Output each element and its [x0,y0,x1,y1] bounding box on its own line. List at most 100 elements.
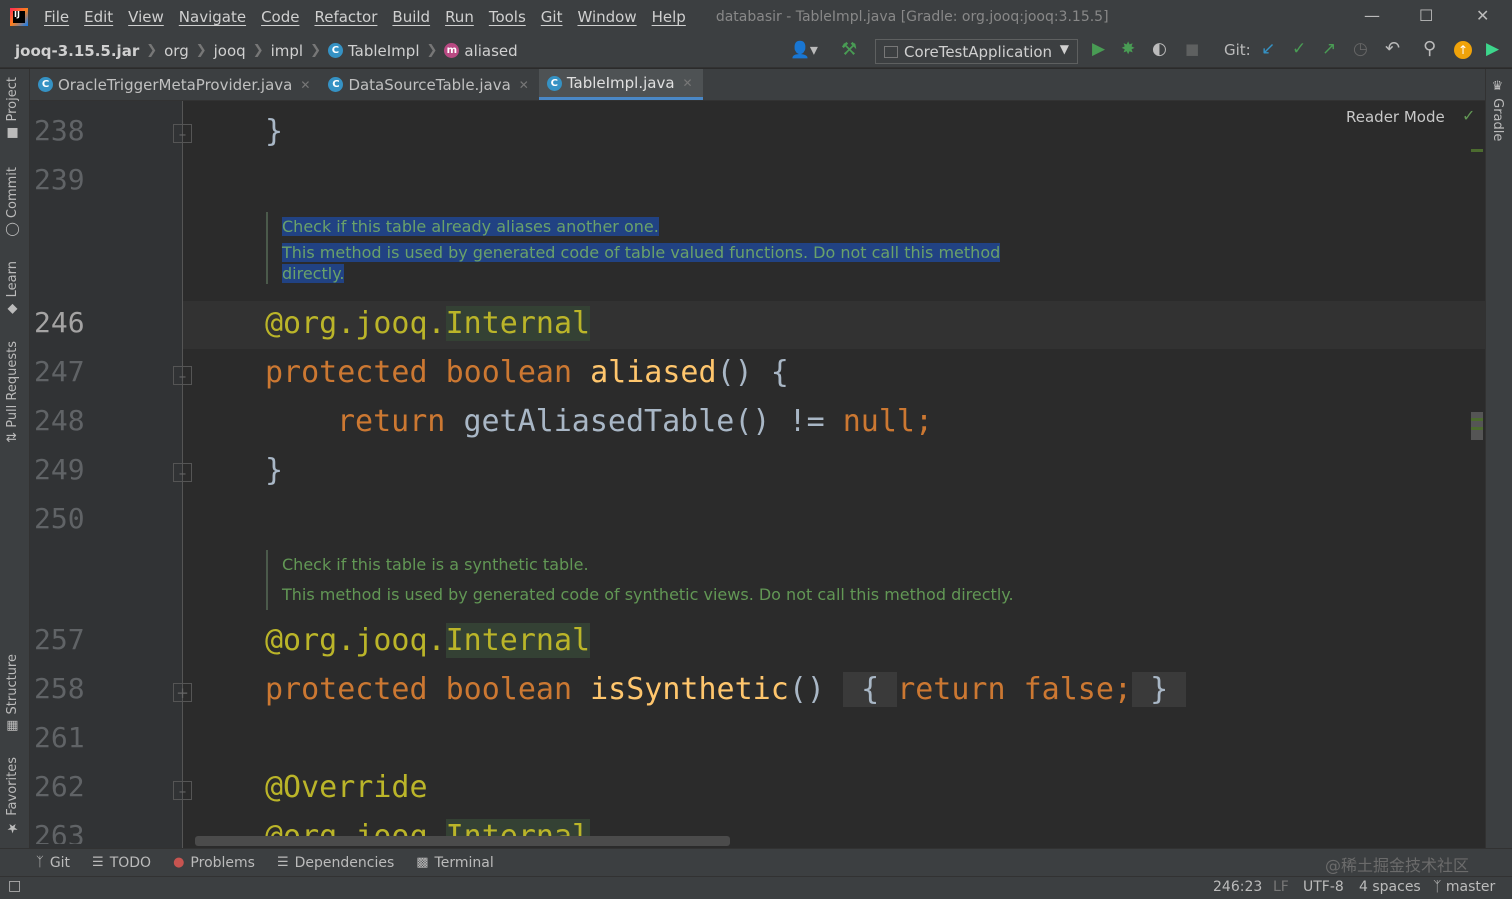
tool-todo[interactable]: ☰ TODO [92,855,151,871]
close-icon[interactable]: ✕ [519,78,529,92]
expand-fold-icon[interactable]: + [173,683,192,702]
menu-window[interactable]: Window [577,8,636,26]
horizontal-scrollbar[interactable] [195,836,730,846]
annotation-name: Internal [445,623,591,658]
rollback-icon[interactable]: ↶ [1385,38,1400,59]
breadcrumb-method[interactable]: m aliased [444,42,518,60]
tool-favorites[interactable]: ★ Favorites [5,757,20,835]
keyword: protected [265,672,428,707]
history-icon[interactable]: ◷ [1353,39,1368,59]
reader-mode-toggle[interactable]: Reader Mode [1346,108,1445,126]
coverage-icon[interactable]: ◐ [1152,39,1167,59]
menu-git[interactable]: Git [541,8,563,26]
tab-oracle-trigger-meta-provider[interactable]: C OracleTriggerMetaProvider.java ✕ [30,69,320,100]
tool-dependencies[interactable]: ☰ Dependencies [277,855,394,871]
git-update-icon[interactable]: ↙ [1261,39,1275,59]
tool-terminal-label: Terminal [434,854,494,871]
folded-block-open[interactable]: { [843,672,898,707]
keyword: protected [265,355,428,390]
error-stripe-marker[interactable] [1471,418,1483,421]
breadcrumb-class[interactable]: C TableImpl [327,42,419,60]
watermark: @稀土掘金技术社区 [1325,856,1470,875]
run-configuration-select[interactable]: CoreTestApplication ▼ [875,39,1078,64]
git-branch-icon: ᛉ [36,855,44,870]
scrollbar-thumb[interactable] [1471,412,1483,440]
stop-icon[interactable]: ■ [1185,40,1199,58]
line-separator[interactable]: LF [1273,879,1289,895]
parens: () [788,672,825,707]
menu-file[interactable]: File [44,8,69,26]
debug-icon[interactable]: ✸ [1121,39,1135,59]
inspection-ok-icon[interactable]: ✓ [1462,106,1475,125]
minimize-icon[interactable]: — [1364,6,1380,25]
right-tool-strip: ♛ Gradle [1485,69,1512,848]
annotation-prefix: @org.jooq. [265,306,446,341]
build-hammer-icon[interactable]: ⚒ [841,39,857,60]
tool-problems[interactable]: ● Problems [173,855,255,871]
method-name: aliased [590,355,717,390]
code-line-247: protected boolean aliased() { [265,355,789,390]
user-dropdown-icon[interactable]: 👤▾ [790,40,818,59]
config-icon [884,45,898,58]
maximize-icon[interactable]: ☐ [1419,6,1433,25]
tool-commit[interactable]: ◯ Commit [5,167,20,237]
tool-git[interactable]: ᛉ Git [36,855,70,871]
line-number: 248 [34,404,85,437]
panel-toggle-icon[interactable]: □ [8,878,21,894]
menu-code[interactable]: Code [261,8,299,26]
tool-terminal[interactable]: ▩ Terminal [416,855,493,871]
update-icon[interactable]: ↑ [1454,41,1472,59]
tool-pull-requests[interactable]: ⇅ Pull Requests [5,341,20,443]
tool-structure[interactable]: ▦ Structure [5,654,20,734]
editor-tab-bar: C OracleTriggerMetaProvider.java ✕ C Dat… [30,69,1485,101]
code-line-246: @org.jooq.Internal [265,306,591,341]
fold-start-icon[interactable]: – [173,781,192,800]
close-icon[interactable]: ✕ [300,78,310,92]
chevron-down-icon: ▼ [1059,42,1069,56]
tool-gradle[interactable]: ♛ Gradle [1490,79,1505,141]
code-line-248: return getAliasedTable() != null; [337,404,933,439]
menu-refactor[interactable]: Refactor [314,8,377,26]
caret-position[interactable]: 246:23 [1213,879,1262,895]
indent-setting[interactable]: 4 spaces [1359,879,1421,895]
keyword: boolean [445,355,573,390]
tab-table-impl[interactable]: C TableImpl.java ✕ [538,69,703,100]
status-bar: □ 246:23 LF UTF-8 4 spaces ᛉ master [0,876,1512,899]
tool-project[interactable]: ■ Project [5,77,20,141]
fold-start-icon[interactable]: – [173,366,192,385]
git-branch[interactable]: ᛉ master [1433,879,1495,895]
breadcrumb-impl[interactable]: impl [271,42,303,60]
tool-learn[interactable]: ◆ Learn [5,261,20,316]
tab-label: TableImpl.java [566,74,675,92]
close-window-icon[interactable]: ✕ [1476,6,1489,25]
menu-build[interactable]: Build [392,8,430,26]
menu-navigate[interactable]: Navigate [179,8,246,26]
menu-help[interactable]: Help [652,8,686,26]
menu-edit[interactable]: Edit [84,8,113,26]
breadcrumb-org[interactable]: org [164,42,189,60]
fold-end-icon[interactable]: – [173,463,192,482]
folded-block-close[interactable]: } [1132,672,1187,707]
search-icon[interactable]: ⚲ [1423,38,1436,59]
error-stripe-marker[interactable] [1471,427,1483,430]
run-icon[interactable]: ▶ [1092,39,1105,59]
breadcrumb-jooq[interactable]: jooq [214,42,246,60]
tool-problems-label: Problems [190,854,255,871]
git-push-icon[interactable]: ↗ [1322,39,1336,59]
annotation-prefix: @org.jooq. [265,623,446,658]
close-icon[interactable]: ✕ [683,76,693,90]
javadoc-aliased: Check if this table already aliases anot… [266,212,1001,284]
fold-end-icon[interactable]: – [173,124,192,143]
tab-data-source-table[interactable]: C DataSourceTable.java ✕ [320,69,538,100]
error-stripe-marker[interactable] [1471,149,1483,152]
plugin-icon[interactable]: ▶ [1486,39,1499,59]
menu-run[interactable]: Run [445,8,474,26]
gradle-icon: ♛ [1490,79,1505,99]
breadcrumb-jar[interactable]: jooq-3.15.5.jar [15,42,139,60]
git-commit-icon[interactable]: ✓ [1292,39,1306,59]
tool-structure-label: Structure [5,654,20,715]
menu-tools[interactable]: Tools [489,8,526,26]
file-encoding[interactable]: UTF-8 [1303,879,1344,895]
menu-view[interactable]: View [128,8,164,26]
keyword: return [337,404,446,439]
